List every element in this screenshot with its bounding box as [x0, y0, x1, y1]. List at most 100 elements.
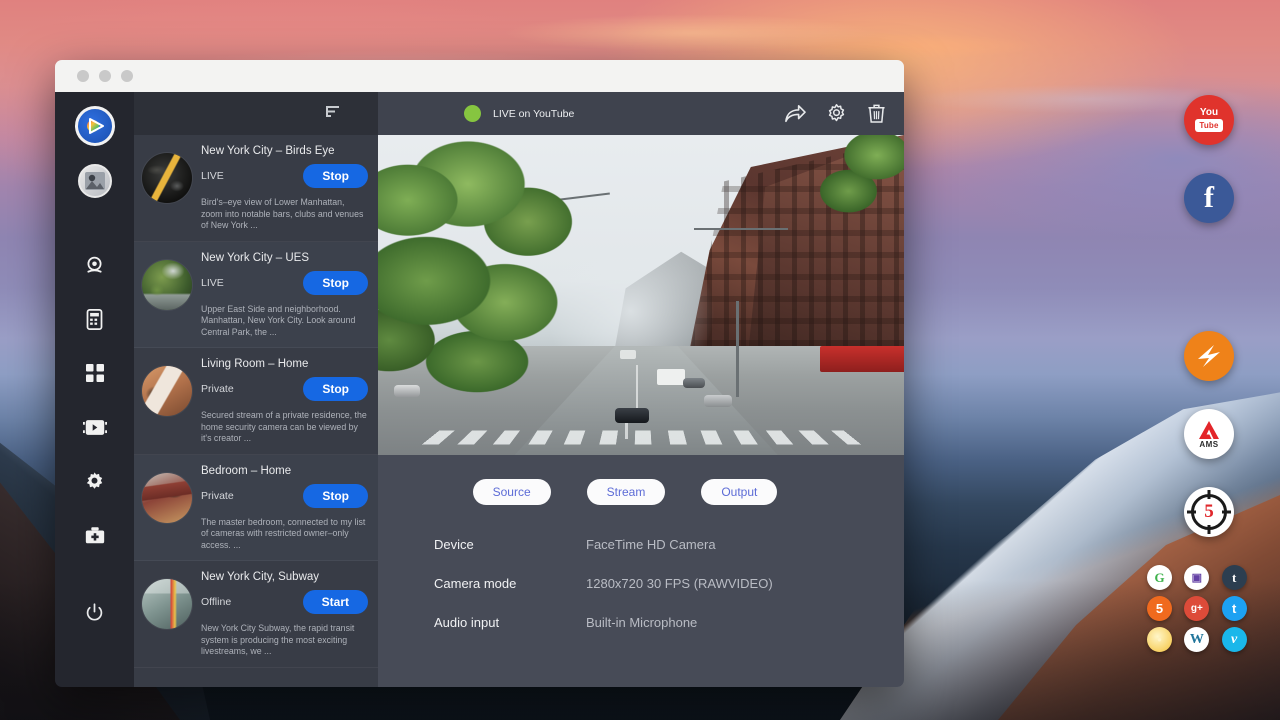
mini-social-dock: G ▣ t 5 g+ t ● W v	[1147, 565, 1252, 652]
rail-item-power[interactable]	[80, 597, 110, 627]
wordpress-mini-icon[interactable]: W	[1184, 627, 1209, 652]
video-traffic-arm	[694, 228, 789, 230]
rail-item-dashboard[interactable]	[80, 358, 110, 388]
share-icon[interactable]	[784, 104, 806, 124]
gear-icon[interactable]	[826, 103, 847, 124]
camera-action-button[interactable]: Start	[303, 590, 368, 614]
video-crosswalk	[421, 431, 861, 445]
app-logo-icon[interactable]	[75, 106, 115, 146]
info-value: Built-in Microphone	[586, 615, 697, 630]
info-label: Camera mode	[434, 576, 586, 591]
webcam-icon	[84, 255, 105, 276]
vimeo-mini-icon[interactable]: v	[1222, 627, 1247, 652]
list-item[interactable]: New York City – Birds Eye LIVE Stop Bird…	[134, 135, 378, 242]
sun-mini-icon[interactable]: ●	[1147, 627, 1172, 652]
video-left-trees	[378, 141, 588, 410]
window-maximize-button[interactable]	[121, 70, 133, 82]
info-label: Device	[434, 537, 586, 552]
video-preview[interactable]	[378, 135, 904, 455]
grid-icon	[85, 363, 105, 383]
camera-action-button[interactable]: Stop	[303, 377, 368, 401]
sort-list-icon[interactable]	[324, 103, 342, 126]
camera-thumbnail	[142, 260, 192, 310]
camera-state: Private	[201, 383, 234, 395]
camera-list-toolbar	[134, 92, 378, 135]
info-row-device: Device FaceTime HD Camera	[434, 537, 904, 552]
camera-status-line: Private Stop	[201, 484, 368, 508]
facebook-f-glyph: f	[1204, 183, 1214, 213]
camera-status-line: LIVE Stop	[201, 271, 368, 295]
camera-name: New York City, Subway	[201, 571, 368, 583]
crosshair-lines-icon	[1187, 490, 1231, 534]
tab-stream[interactable]: Stream	[587, 479, 666, 505]
desktop-wallpaper: You Tube f AMS 5 G ▣	[0, 0, 1280, 720]
user-avatar[interactable]	[78, 164, 112, 198]
tab-source[interactable]: Source	[473, 479, 551, 505]
first-aid-icon	[84, 526, 106, 545]
twitch-mini-icon[interactable]: ▣	[1184, 565, 1209, 590]
window-body: New York City – Birds Eye LIVE Stop Bird…	[55, 92, 904, 687]
camera-description: New York City Subway, the rapid transit …	[201, 623, 368, 658]
sidebar-rail	[55, 92, 134, 687]
camera-thumbnail	[142, 366, 192, 416]
camera-state: LIVE	[201, 170, 224, 182]
window-close-button[interactable]	[77, 70, 89, 82]
list-item[interactable]: Living Room – Home Private Stop Secured …	[134, 348, 378, 455]
rail-item-settings[interactable]	[80, 466, 110, 496]
camera-description: Bird's–eye view of Lower Manhattan, zoom…	[201, 197, 368, 232]
camera-info: New York City – UES LIVE Stop Upper East…	[201, 249, 368, 339]
five-mini-icon[interactable]: 5	[1147, 596, 1172, 621]
googleplus-mini-glyph: g+	[1191, 603, 1203, 614]
camera-status-line: LIVE Stop	[201, 164, 368, 188]
list-item[interactable]: New York City, Subway Offline Start New …	[134, 561, 378, 668]
channel5-service-icon[interactable]: 5	[1184, 487, 1234, 537]
camera-name: Living Room – Home	[201, 358, 368, 370]
camera-state: Offline	[201, 596, 231, 608]
wowza-service-icon[interactable]	[1184, 331, 1234, 381]
list-item[interactable]: Bedroom – Home Private Stop The master b…	[134, 455, 378, 562]
info-row-camera-mode: Camera mode 1280x720 30 FPS (RAWVIDEO)	[434, 576, 904, 591]
list-item[interactable]: New York City – UES LIVE Stop Upper East…	[134, 242, 378, 349]
camera-status-line: Offline Start	[201, 590, 368, 614]
youtube-service-icon[interactable]: You Tube	[1184, 95, 1234, 145]
facebook-service-icon[interactable]: f	[1184, 173, 1234, 223]
sun-mini-glyph: ●	[1157, 635, 1162, 644]
window-minimize-button[interactable]	[99, 70, 111, 82]
camera-info: Bedroom – Home Private Stop The master b…	[201, 462, 368, 552]
info-value: FaceTime HD Camera	[586, 537, 716, 552]
live-status: LIVE on YouTube	[464, 105, 574, 122]
adobe-ams-service-icon[interactable]: AMS	[1184, 409, 1234, 459]
rail-item-support[interactable]	[80, 520, 110, 550]
camera-status-line: Private Stop	[201, 377, 368, 401]
rail-item-cameras[interactable]	[80, 250, 110, 280]
twitter-mini-glyph: t	[1232, 601, 1236, 616]
camera-info: Living Room – Home Private Stop Secured …	[201, 355, 368, 445]
adobe-ams-label: AMS	[1199, 440, 1218, 449]
camera-action-button[interactable]: Stop	[303, 164, 368, 188]
camera-name: New York City – UES	[201, 252, 368, 264]
play-triangle-icon	[84, 115, 106, 137]
camera-state: LIVE	[201, 277, 224, 289]
camera-description: Secured stream of a private residence, t…	[201, 410, 368, 445]
google-mini-glyph: G	[1154, 570, 1164, 586]
tumblr-mini-icon[interactable]: t	[1222, 565, 1247, 590]
camera-list-panel: New York City – Birds Eye LIVE Stop Bird…	[134, 92, 378, 687]
rail-item-broadcast[interactable]	[80, 412, 110, 442]
camera-action-button[interactable]: Stop	[303, 484, 368, 508]
video-truck	[620, 350, 636, 359]
youtube-tube-text: Tube	[1195, 119, 1223, 132]
camera-thumbnail	[142, 579, 192, 629]
window-titlebar[interactable]	[55, 60, 904, 92]
googleplus-mini-icon[interactable]: g+	[1184, 596, 1209, 621]
tab-output[interactable]: Output	[701, 479, 777, 505]
camera-action-button[interactable]: Stop	[303, 271, 368, 295]
rail-item-devices[interactable]	[80, 304, 110, 334]
video-red-awning	[820, 346, 904, 372]
info-label: Audio input	[434, 615, 586, 630]
trash-icon[interactable]	[867, 103, 886, 124]
twitter-mini-icon[interactable]: t	[1222, 596, 1247, 621]
live-indicator-dot	[464, 105, 481, 122]
google-mini-icon[interactable]: G	[1147, 565, 1172, 590]
device-info-list: Device FaceTime HD Camera Camera mode 12…	[434, 537, 904, 654]
view-tabs: Source Stream Output	[378, 479, 904, 505]
